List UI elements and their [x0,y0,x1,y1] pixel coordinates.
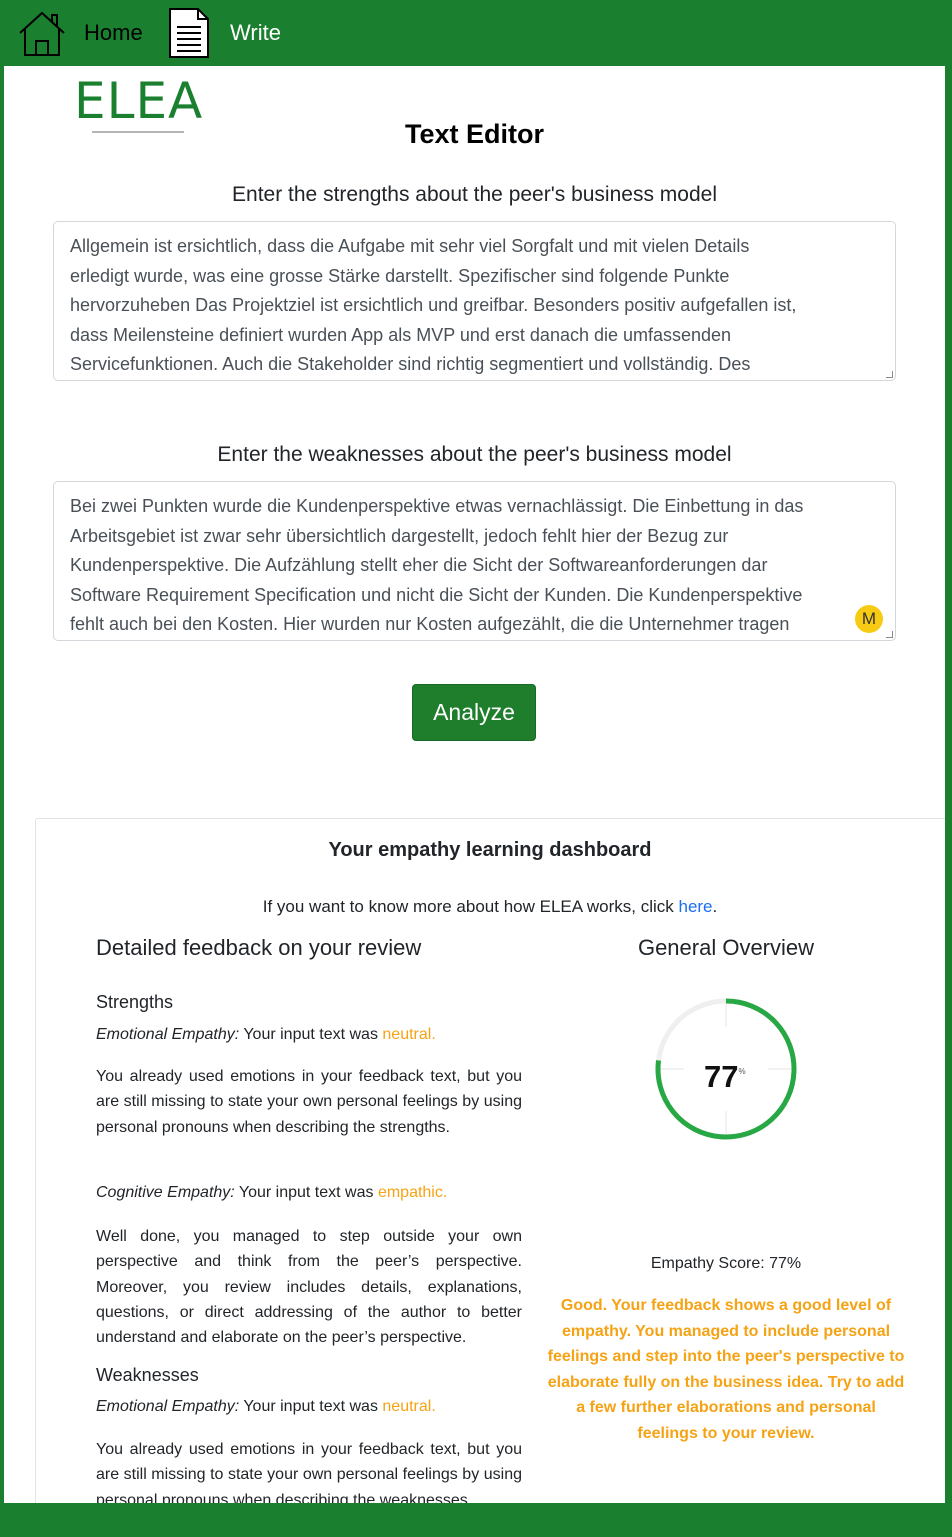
strengths-emotional-line: Emotional Empathy: Your input text was n… [96,1026,436,1044]
strengths-line: dass Meilensteine definiert wurden App a… [70,324,732,345]
strengths-line: hervorzuheben Das Projektziel ist ersich… [70,295,797,315]
result-text: Your input text was [234,1184,378,1201]
weaknesses-line: Kundenperspektive. Die Aufzählung stellt… [70,555,768,575]
nav-write-label: Write [230,20,281,45]
detailed-feedback-heading: Detailed feedback on your review [96,935,422,960]
weaknesses-emotional-line: Emotional Empathy: Your input text was n… [96,1398,436,1416]
score-unit: % [738,1067,746,1076]
emotional-empathy-label: Emotional Empathy: [96,1398,240,1415]
home-icon [19,11,65,56]
strengths-emotional-feedback: You already used emotions in your feedba… [96,1068,522,1136]
analyze-button[interactable]: Analyze [412,684,536,741]
nav-write[interactable]: Write [168,0,281,66]
emotional-result: neutral. [382,1026,436,1043]
score-number: 77 [704,1059,739,1094]
info-suffix: . [712,897,718,916]
weaknesses-heading: Weaknesses [96,1365,199,1385]
top-navbar: Home Write [0,0,952,66]
dashboard-title: Your empathy learning dashboard [328,839,652,861]
strengths-label: Enter the strengths about the peer's bus… [232,183,717,206]
weaknesses-textarea[interactable]: Bei zwei Punkten wurde die Kundenperspek… [53,481,896,641]
document-icon [169,8,209,58]
resize-handle[interactable] [886,371,893,378]
bottom-border [0,1503,952,1537]
cognitive-result: empathic. [377,1184,448,1201]
dashboard-info: If you want to know more about how ELEA … [36,897,944,917]
strengths-line: Allgemein ist ersichtlich, dass die Aufg… [70,236,750,256]
strengths-textarea[interactable]: Allgemein ist ersichtlich, dass die Aufg… [53,221,896,381]
emotional-result: neutral. [382,1398,436,1415]
weaknesses-line: Arbeitsgebiet ist zwar sehr übersichtlic… [70,525,729,546]
strengths-heading: Strengths [96,992,174,1012]
weaknesses-label: Enter the weaknesses about the peer's bu… [217,443,732,466]
empathy-score-text: Empathy Score: 77% [650,1255,802,1272]
weaknesses-line: fehlt auch bei den Kosten. Hier wurden n… [70,614,790,634]
score-value: 77% [704,1059,746,1095]
empathy-dashboard: Your empathy learning dashboard If you w… [35,818,945,1503]
nav-home[interactable]: Home [16,0,143,66]
info-text: If you want to know more about how ELEA … [262,897,679,916]
here-link[interactable]: here [678,897,712,916]
nav-home-label: Home [84,20,143,45]
main-content: ELEA Text Editor Enter the strengths abo… [4,66,945,1503]
page-title: Text Editor [404,119,544,149]
emotional-empathy-label: Emotional Empathy: [96,1026,240,1043]
general-overview-heading: General Overview [637,935,815,960]
weaknesses-line: Bei zwei Punkten wurde die Kundenperspek… [70,496,804,516]
strengths-cognitive-feedback: Well done, you managed to step outside y… [96,1228,522,1347]
strengths-cognitive-line: Cognitive Empathy: Your input text was e… [96,1184,447,1202]
cognitive-empathy-label: Cognitive Empathy: [96,1184,235,1201]
strengths-line: Servicefunktionen. Auch die Stakeholder … [70,354,751,374]
result-text: Your input text was [239,1026,383,1043]
result-text: Your input text was [239,1398,383,1415]
weaknesses-emotional-feedback: You already used emotions in your feedba… [96,1441,522,1503]
weaknesses-line: Software Requirement Specification und n… [70,584,803,605]
overall-feedback: Good. Your feedback shows a good level o… [547,1297,905,1442]
strengths-line: erledigt wurde, was eine grosse Stärke d… [70,265,730,286]
resize-handle[interactable] [886,631,893,638]
user-cursor-avatar: M [855,605,883,633]
